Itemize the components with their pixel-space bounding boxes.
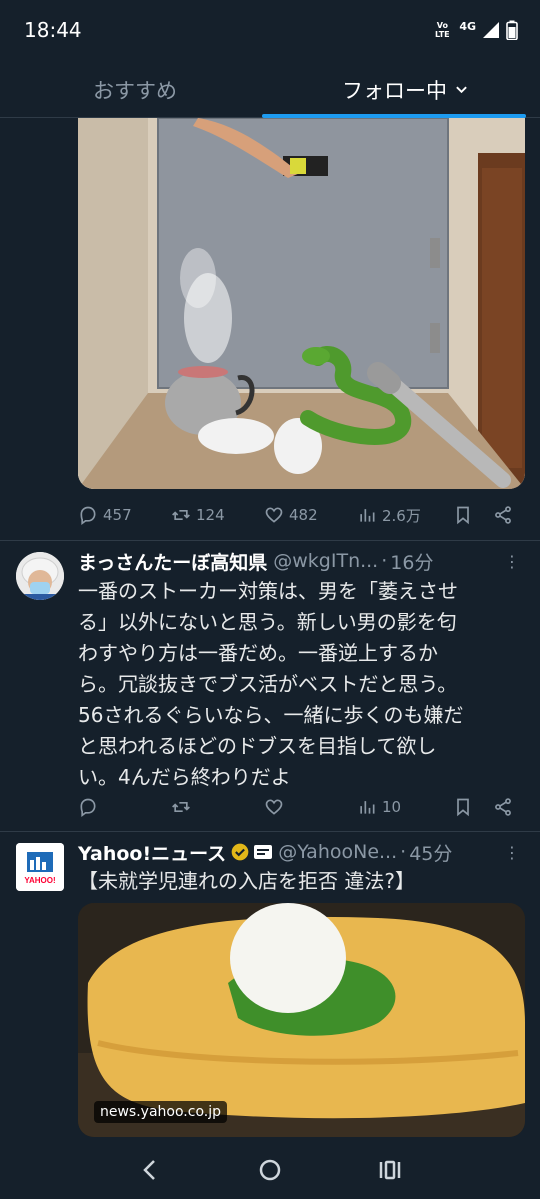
views-button[interactable]: 2.6万 (357, 505, 453, 526)
network-type: 4G (459, 19, 476, 33)
tweet-line: と思われるほどのドブスを目指して欲し (78, 734, 437, 758)
system-nav-bar (0, 1140, 540, 1199)
home-button[interactable] (250, 1150, 290, 1190)
recents-button[interactable] (370, 1150, 410, 1190)
tweet-line: 一番のストーカー対策は、男を「萎えさせ (78, 579, 458, 603)
yahoo-news-logo-icon: YAHOO! (16, 843, 64, 891)
tab-following[interactable]: フォロー中 (270, 62, 540, 117)
views-icon (360, 801, 375, 814)
like-button[interactable]: 482 (264, 505, 357, 525)
retweet-icon (172, 510, 190, 520)
avatar[interactable] (16, 552, 64, 600)
user-handle[interactable]: @wkgITn... (273, 550, 378, 572)
reply-count: 457 (103, 506, 132, 524)
timeline-tabs: おすすめ フォロー中 (0, 62, 540, 118)
user-handle[interactable]: @YahooNe... (278, 841, 397, 863)
link-card-image[interactable]: news.yahoo.co.jp (78, 903, 525, 1137)
views-count: 10 (382, 798, 402, 816)
share-button[interactable] (493, 797, 523, 817)
heart-icon (265, 799, 283, 815)
status-icons: Vo LTE 4G (431, 20, 518, 40)
tweet-line: 56されるぐらいなら、一緒に歩くのも嫌だ (78, 703, 464, 727)
avatar[interactable]: YAHOO! (16, 843, 64, 891)
post2-actions: 10 (78, 795, 524, 819)
separator-dot: · (381, 550, 388, 572)
recents-icon (379, 1160, 401, 1179)
display-name[interactable]: Yahoo!ニュース (78, 839, 226, 866)
post1-actions: 457 124 482 2.6万 (78, 503, 524, 527)
volte-indicator: Vo LTE (434, 21, 450, 39)
more-options-icon[interactable]: ⋮ (504, 843, 520, 862)
bookmark-icon (457, 798, 469, 817)
avatar-face-icon (16, 552, 64, 600)
clock: 18:44 (24, 18, 82, 42)
signal-icon (483, 22, 499, 38)
chevron-down-icon (456, 86, 467, 94)
bookmark-button[interactable] (453, 505, 493, 525)
status-bar: 18:44 Vo LTE 4G (0, 0, 540, 62)
back-icon (143, 1159, 155, 1180)
timestamp: 45分 (409, 842, 453, 865)
post-divider (0, 831, 540, 832)
more-options-icon[interactable]: ⋮ (504, 552, 520, 571)
tab-recommended-label: おすすめ (93, 78, 177, 103)
tab-recommended[interactable]: おすすめ (0, 62, 270, 117)
separator-dot: · (400, 841, 407, 863)
share-icon (495, 506, 511, 524)
post-divider (0, 540, 540, 541)
reply-button[interactable] (78, 797, 171, 817)
scene-illustration (78, 118, 525, 489)
link-domain-badge: news.yahoo.co.jp (94, 1101, 227, 1123)
retweet-button[interactable] (171, 797, 264, 817)
retweet-count: 124 (196, 506, 225, 524)
share-button[interactable] (493, 505, 523, 525)
reply-button[interactable]: 457 (78, 505, 171, 525)
home-icon (259, 1159, 281, 1180)
reply-icon (80, 798, 96, 817)
verified-badge-icon (231, 843, 249, 861)
like-button[interactable] (264, 797, 357, 817)
bookmark-button[interactable] (453, 797, 493, 817)
heart-icon (265, 507, 283, 523)
reply-icon (80, 506, 96, 525)
retweet-button[interactable]: 124 (171, 505, 264, 525)
back-button[interactable] (130, 1150, 170, 1190)
yahoo-news-logo-text: YAHOO! (24, 876, 55, 885)
post3-header: Yahoo!ニュース @YahooNe... · 45分 (78, 839, 524, 865)
post2-header: まっさんたーぼ高知県 @wkgITn... · 16分 (78, 548, 524, 574)
tweet-line: る」以外にないと思う。新しい男の影を匂 (78, 610, 457, 634)
views-button[interactable]: 10 (357, 797, 453, 817)
tweet-line: ら。冗談抜きでブス活がベストだと思う。 (78, 672, 458, 696)
like-count: 482 (289, 506, 318, 524)
views-count: 2.6万 (382, 506, 421, 525)
share-icon (495, 798, 511, 816)
affiliate-badge-icon (254, 845, 273, 859)
tweet-line: わすやり方は一番だめ。一番逆上するか (78, 641, 438, 665)
views-icon (360, 509, 375, 522)
tweet-text: 一番のストーカー対策は、男を「萎えさせ る」以外にないと思う。新しい男の影を匂 … (78, 576, 518, 793)
timestamp: 16分 (390, 551, 434, 574)
post-image[interactable] (78, 118, 525, 489)
tweet-text: 【未就学児連れの入店を拒否 違法?】 (78, 869, 415, 893)
retweet-icon (172, 802, 190, 812)
battery-icon (506, 20, 518, 40)
tweet-line: い。4んだら終わりだよ (78, 765, 291, 789)
tab-following-label: フォロー中 (342, 78, 447, 103)
bookmark-icon (457, 506, 469, 525)
display-name[interactable]: まっさんたーぼ高知県 (78, 548, 267, 575)
